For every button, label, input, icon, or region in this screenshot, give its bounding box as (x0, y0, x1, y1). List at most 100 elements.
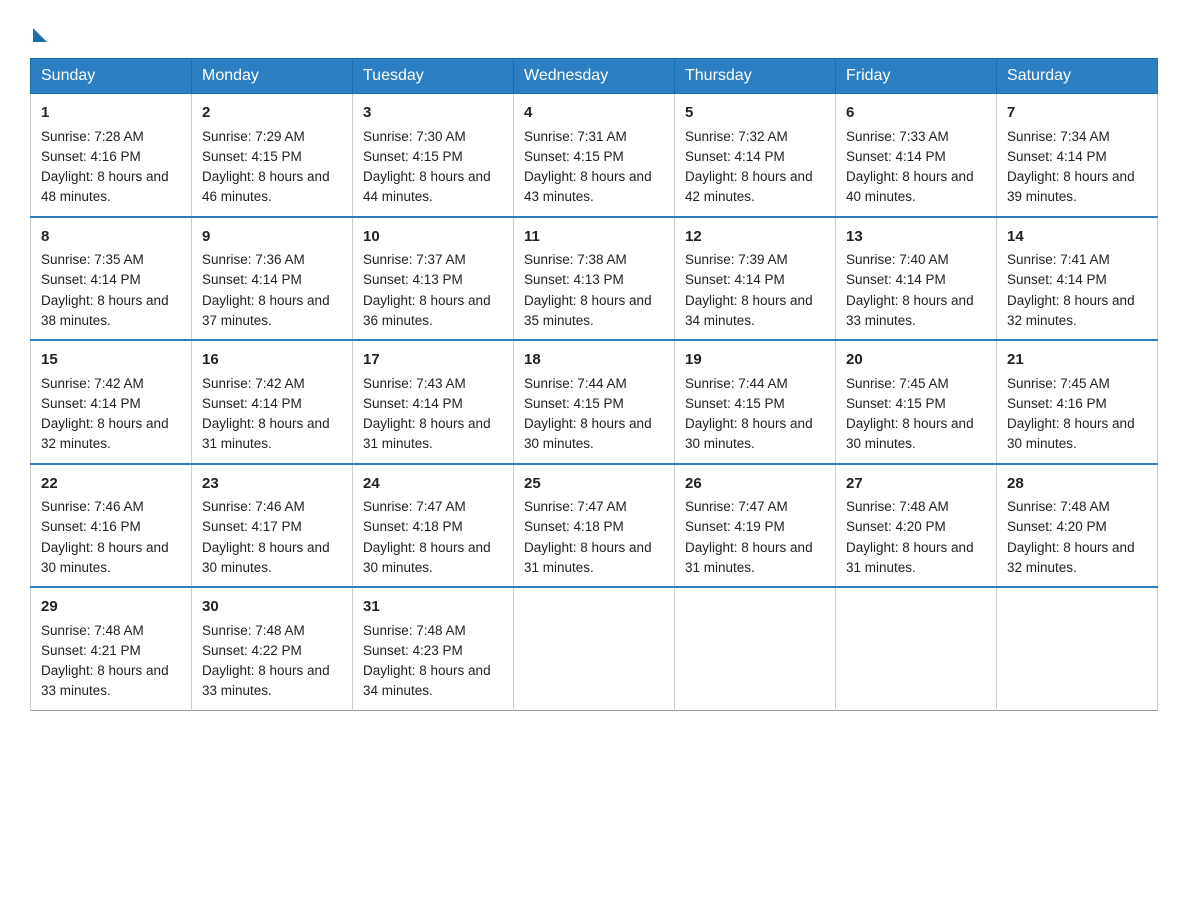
day-number: 14 (1007, 226, 1147, 249)
daylight-text: Daylight: 8 hours and 40 minutes. (846, 169, 974, 204)
calendar-cell: 27Sunrise: 7:48 AMSunset: 4:20 PMDayligh… (836, 464, 997, 588)
day-header-tuesday: Tuesday (353, 59, 514, 94)
day-number: 19 (685, 349, 825, 372)
sunset-text: Sunset: 4:14 PM (202, 272, 302, 287)
day-number: 9 (202, 226, 342, 249)
sunrise-text: Sunrise: 7:39 AM (685, 252, 788, 267)
calendar-cell: 24Sunrise: 7:47 AMSunset: 4:18 PMDayligh… (353, 464, 514, 588)
day-number: 12 (685, 226, 825, 249)
daylight-text: Daylight: 8 hours and 34 minutes. (363, 663, 491, 698)
sunset-text: Sunset: 4:22 PM (202, 643, 302, 658)
day-number: 6 (846, 102, 986, 125)
sunrise-text: Sunrise: 7:45 AM (1007, 376, 1110, 391)
sunrise-text: Sunrise: 7:46 AM (41, 499, 144, 514)
sunrise-text: Sunrise: 7:47 AM (685, 499, 788, 514)
calendar-cell: 20Sunrise: 7:45 AMSunset: 4:15 PMDayligh… (836, 340, 997, 464)
calendar-cell: 5 Sunrise: 7:32 AM Sunset: 4:14 PM Daylight… (675, 94, 836, 217)
day-number: 26 (685, 473, 825, 496)
sunset-text: Sunset: 4:15 PM (846, 396, 946, 411)
day-number: 1 (41, 102, 181, 125)
sunset-text: Sunset: 4:17 PM (202, 519, 302, 534)
day-number: 8 (41, 226, 181, 249)
daylight-text: Daylight: 8 hours and 30 minutes. (1007, 416, 1135, 451)
sunset-text: Sunset: 4:14 PM (685, 149, 785, 164)
calendar-cell: 6Sunrise: 7:33 AMSunset: 4:14 PMDaylight… (836, 94, 997, 217)
sunrise-text: Sunrise: 7:47 AM (363, 499, 466, 514)
logo (30, 20, 47, 38)
day-number: 11 (524, 226, 664, 249)
sunset-text: Sunset: 4:16 PM (41, 519, 141, 534)
day-number: 13 (846, 226, 986, 249)
calendar-cell: 26Sunrise: 7:47 AMSunset: 4:19 PMDayligh… (675, 464, 836, 588)
sunset-text: Sunset: 4:14 PM (1007, 272, 1107, 287)
sunrise-text: Sunrise: 7:36 AM (202, 252, 305, 267)
daylight-text: Daylight: 8 hours and 35 minutes. (524, 293, 652, 328)
calendar-cell: 12Sunrise: 7:39 AMSunset: 4:14 PMDayligh… (675, 217, 836, 341)
daylight-text: Daylight: 8 hours and 34 minutes. (685, 293, 813, 328)
daylight-text: Daylight: 8 hours and 31 minutes. (363, 416, 491, 451)
calendar-cell: 25Sunrise: 7:47 AMSunset: 4:18 PMDayligh… (514, 464, 675, 588)
daylight-text: Daylight: 8 hours and 30 minutes. (524, 416, 652, 451)
calendar-week-row: 29Sunrise: 7:48 AMSunset: 4:21 PMDayligh… (31, 587, 1158, 710)
sunrise-text: Sunrise: 7:28 AM (41, 129, 144, 144)
daylight-text: Daylight: 8 hours and 31 minutes. (524, 540, 652, 575)
sunset-text: Sunset: 4:20 PM (846, 519, 946, 534)
sunset-text: Sunset: 4:15 PM (363, 149, 463, 164)
sunrise-text: Sunrise: 7:44 AM (685, 376, 788, 391)
calendar-cell: 14Sunrise: 7:41 AMSunset: 4:14 PMDayligh… (997, 217, 1158, 341)
sunrise-text: Sunrise: 7:31 AM (524, 129, 627, 144)
sunset-text: Sunset: 4:14 PM (202, 396, 302, 411)
calendar-cell: 22 Sunrise: 7:46 AM Sunset: 4:16 PM Dayligh… (31, 464, 192, 588)
day-number: 25 (524, 473, 664, 496)
daylight-text: Daylight: 8 hours and 30 minutes. (685, 416, 813, 451)
calendar-cell: 28Sunrise: 7:48 AMSunset: 4:20 PMDayligh… (997, 464, 1158, 588)
daylight-text: Daylight: 8 hours and 39 minutes. (1007, 169, 1135, 204)
day-number: 18 (524, 349, 664, 372)
sunrise-text: Sunrise: 7:47 AM (524, 499, 627, 514)
calendar-cell: 8Sunrise: 7:35 AMSunset: 4:14 PMDaylight… (31, 217, 192, 341)
calendar-cell: 13Sunrise: 7:40 AMSunset: 4:14 PMDayligh… (836, 217, 997, 341)
day-number: 5 (685, 102, 825, 125)
sunset-text: Sunset: 4:15 PM (202, 149, 302, 164)
sunrise-text: Sunrise: 7:48 AM (363, 623, 466, 638)
day-header-saturday: Saturday (997, 59, 1158, 94)
sunset-text: Sunset: 4:13 PM (524, 272, 624, 287)
daylight-text: Daylight: 8 hours and 31 minutes. (202, 416, 330, 451)
sunset-text: Sunset: 4:18 PM (363, 519, 463, 534)
calendar-cell: 10Sunrise: 7:37 AMSunset: 4:13 PMDayligh… (353, 217, 514, 341)
calendar-cell: 16Sunrise: 7:42 AMSunset: 4:14 PMDayligh… (192, 340, 353, 464)
daylight-text: Daylight: 8 hours and 36 minutes. (363, 293, 491, 328)
sunrise-text: Sunrise: 7:44 AM (524, 376, 627, 391)
day-number: 30 (202, 596, 342, 619)
calendar-table: SundayMondayTuesdayWednesdayThursdayFrid… (30, 58, 1158, 711)
sunrise-text: Sunrise: 7:48 AM (202, 623, 305, 638)
calendar-cell: 9Sunrise: 7:36 AMSunset: 4:14 PMDaylight… (192, 217, 353, 341)
calendar-cell: 4Sunrise: 7:31 AMSunset: 4:15 PMDaylight… (514, 94, 675, 217)
sunset-text: Sunset: 4:15 PM (685, 396, 785, 411)
day-number: 22 (41, 473, 181, 496)
day-header-sunday: Sunday (31, 59, 192, 94)
day-header-wednesday: Wednesday (514, 59, 675, 94)
daylight-text: Daylight: 8 hours and 32 minutes. (1007, 293, 1135, 328)
calendar-cell: 11Sunrise: 7:38 AMSunset: 4:13 PMDayligh… (514, 217, 675, 341)
calendar-cell: 3Sunrise: 7:30 AMSunset: 4:15 PMDaylight… (353, 94, 514, 217)
day-number: 7 (1007, 102, 1147, 125)
daylight-text: Daylight: 8 hours and 33 minutes. (846, 293, 974, 328)
sunrise-text: Sunrise: 7:30 AM (363, 129, 466, 144)
sunrise-text: Sunrise: 7:33 AM (846, 129, 949, 144)
sunset-text: Sunset: 4:13 PM (363, 272, 463, 287)
sunset-text: Sunset: 4:14 PM (1007, 149, 1107, 164)
daylight-text: Daylight: 8 hours and 42 minutes. (685, 169, 813, 204)
sunrise-text: Sunrise: 7:45 AM (846, 376, 949, 391)
day-number: 21 (1007, 349, 1147, 372)
page-header (30, 20, 1158, 38)
day-header-thursday: Thursday (675, 59, 836, 94)
sunrise-text: Sunrise: 7:42 AM (202, 376, 305, 391)
daylight-text: Daylight: 8 hours and 30 minutes. (363, 540, 491, 575)
sunrise-text: Sunrise: 7:35 AM (41, 252, 144, 267)
daylight-text: Daylight: 8 hours and 30 minutes. (41, 540, 169, 575)
sunrise-text: Sunrise: 7:32 AM (685, 129, 788, 144)
calendar-cell (514, 587, 675, 710)
daylight-text: Daylight: 8 hours and 33 minutes. (202, 663, 330, 698)
daylight-text: Daylight: 8 hours and 30 minutes. (846, 416, 974, 451)
